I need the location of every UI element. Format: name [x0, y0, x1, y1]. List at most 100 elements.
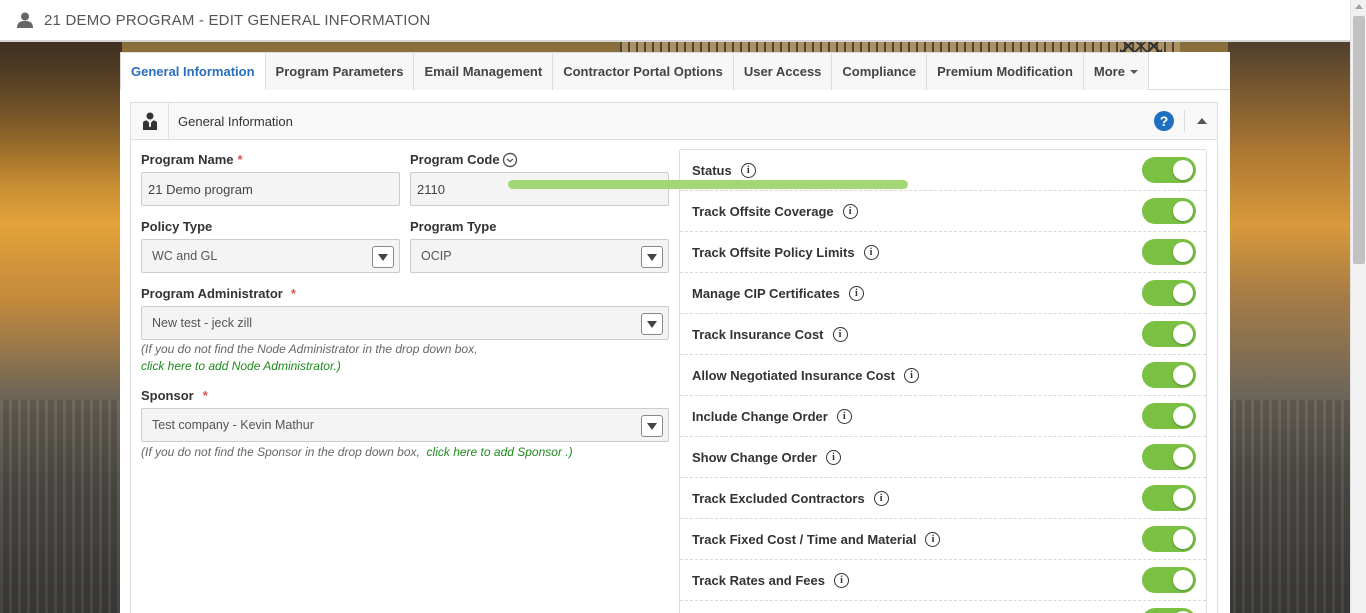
main-panel: General Information Program Parameters E…: [120, 52, 1230, 613]
allow-negotiated-insurance-cost-toggle[interactable]: [1142, 362, 1196, 388]
include-change-order-toggle[interactable]: [1142, 403, 1196, 429]
info-icon[interactable]: i: [863, 244, 879, 260]
loading-progress-bar: [508, 180, 908, 189]
page-title: 21 DEMO PROGRAM - EDIT GENERAL INFORMATI…: [44, 11, 431, 29]
toggle-knob: [1173, 447, 1193, 467]
required-marker: *: [237, 152, 243, 167]
program-administrator-value: New test - jeck zill: [152, 316, 253, 330]
toggle-label: Track Offsite Policy Limits: [692, 244, 855, 260]
tab-email-management[interactable]: Email Management: [414, 52, 554, 90]
toggle-knob: [1173, 529, 1193, 549]
business-person-icon: [142, 112, 157, 130]
track-rates-and-fees-toggle[interactable]: [1142, 567, 1196, 593]
toggle-label: Track Excluded Contractors: [692, 490, 865, 506]
info-icon[interactable]: i: [873, 490, 889, 506]
toggle-knob: [1173, 488, 1193, 508]
sponsor-hint: (If you do not find the Sponsor in the d…: [141, 445, 573, 459]
info-icon[interactable]: i: [825, 449, 841, 465]
add-node-administrator-link[interactable]: click here to add Node Administrator.): [141, 359, 341, 373]
program-name-input[interactable]: [141, 172, 400, 206]
user-icon: [17, 12, 33, 28]
scroll-up-icon[interactable]: [1355, 4, 1363, 9]
tab-label: Contractor Portal Options: [563, 64, 723, 79]
program-administrator-select[interactable]: New test - jeck zill: [141, 306, 669, 340]
info-icon[interactable]: i: [903, 367, 919, 383]
dropdown-button[interactable]: [372, 246, 394, 268]
info-icon[interactable]: i: [833, 572, 849, 588]
tab-user-access[interactable]: User Access: [733, 52, 833, 90]
sponsor-value: Test company - Kevin Mathur: [152, 418, 314, 432]
tab-label: Compliance: [842, 64, 917, 79]
toggle-label: Track Insurance Cost: [692, 326, 824, 342]
tab-label: Premium Modification: [937, 64, 1073, 79]
chevron-up-icon: [1196, 118, 1207, 124]
toggle-row-include-change-order: Include Change Order i: [680, 396, 1206, 437]
info-icon[interactable]: i: [842, 203, 858, 219]
toggle-knob: [1173, 324, 1193, 344]
toggle-row-track-offsite-coverage: Track Offsite Coverage i: [680, 191, 1206, 232]
toggle-row-partial: [680, 601, 1206, 613]
toggle-label: Allow Negotiated Insurance Cost: [692, 367, 895, 383]
policy-type-select[interactable]: WC and GL: [141, 239, 400, 273]
info-icon[interactable]: i: [925, 531, 941, 547]
tab-label: Email Management: [424, 64, 543, 79]
tab-general-information[interactable]: General Information: [120, 52, 266, 90]
track-offsite-policy-limits-toggle[interactable]: [1142, 239, 1196, 265]
scrollbar-thumb[interactable]: [1353, 16, 1365, 264]
toggle-knob: [1173, 283, 1193, 303]
toggle-knob: [1173, 160, 1193, 180]
tab-more[interactable]: More: [1083, 52, 1149, 90]
program-code-label: Program Code: [410, 152, 500, 167]
track-fixed-cost-toggle[interactable]: [1142, 526, 1196, 552]
show-change-order-toggle[interactable]: [1142, 444, 1196, 470]
info-icon[interactable]: i: [832, 326, 848, 342]
section-header: General Information ?: [131, 103, 1217, 140]
page-header: 21 DEMO PROGRAM - EDIT GENERAL INFORMATI…: [0, 0, 1350, 42]
add-sponsor-link[interactable]: click here to add Sponsor .): [427, 445, 573, 459]
help-icon[interactable]: ?: [1154, 111, 1174, 131]
tab-premium-modification[interactable]: Premium Modification: [927, 52, 1084, 90]
toggle-knob: [1173, 365, 1193, 385]
program-type-value: OCIP: [421, 249, 452, 263]
program-type-select[interactable]: OCIP: [410, 239, 669, 273]
manage-cip-certificates-toggle[interactable]: [1142, 280, 1196, 306]
tab-compliance[interactable]: Compliance: [832, 52, 928, 90]
policy-type-value: WC and GL: [152, 249, 218, 263]
program-type-label: Program Type: [410, 219, 497, 234]
toggle-label: Track Offsite Coverage: [692, 203, 834, 219]
tab-label: User Access: [743, 64, 822, 79]
chevron-down-icon: [378, 253, 388, 261]
track-offsite-coverage-toggle[interactable]: [1142, 198, 1196, 224]
tab-contractor-portal-options[interactable]: Contractor Portal Options: [553, 52, 734, 90]
dropdown-button[interactable]: [641, 415, 663, 437]
info-icon[interactable]: i: [848, 285, 864, 301]
program-code-input[interactable]: [410, 172, 669, 206]
status-toggle[interactable]: [1142, 157, 1196, 183]
page-scrollbar[interactable]: [1350, 0, 1366, 613]
collapse-button[interactable]: [1184, 110, 1218, 132]
toggle-row-track-fixed-cost: Track Fixed Cost / Time and Material i: [680, 519, 1206, 560]
node-admin-hint-link-row: click here to add Node Administrator.): [141, 359, 341, 373]
caret-down-icon: [1129, 69, 1138, 74]
node-admin-hint: (If you do not find the Node Administrat…: [141, 342, 478, 356]
partial-toggle[interactable]: [1142, 608, 1196, 613]
info-icon[interactable]: i: [740, 162, 756, 178]
toggle-knob: [1173, 201, 1193, 221]
refresh-icon[interactable]: [502, 152, 518, 168]
dropdown-button[interactable]: [641, 313, 663, 335]
tab-bar: General Information Program Parameters E…: [120, 52, 1230, 90]
toggle-knob: [1173, 242, 1193, 262]
toggle-row-manage-cip-certificates: Manage CIP Certificates i: [680, 273, 1206, 314]
track-excluded-contractors-toggle[interactable]: [1142, 485, 1196, 511]
tab-program-parameters[interactable]: Program Parameters: [265, 52, 415, 90]
background-crane: [620, 42, 1180, 52]
dropdown-button[interactable]: [641, 246, 663, 268]
tab-label: Program Parameters: [275, 64, 404, 79]
toggle-label: Track Rates and Fees: [692, 572, 825, 588]
info-icon[interactable]: i: [836, 408, 852, 424]
track-insurance-cost-toggle[interactable]: [1142, 321, 1196, 347]
sponsor-select[interactable]: Test company - Kevin Mathur: [141, 408, 669, 442]
toggle-label: Include Change Order: [692, 408, 828, 424]
toggle-row-track-excluded-contractors: Track Excluded Contractors i: [680, 478, 1206, 519]
chevron-down-icon: [647, 422, 657, 430]
